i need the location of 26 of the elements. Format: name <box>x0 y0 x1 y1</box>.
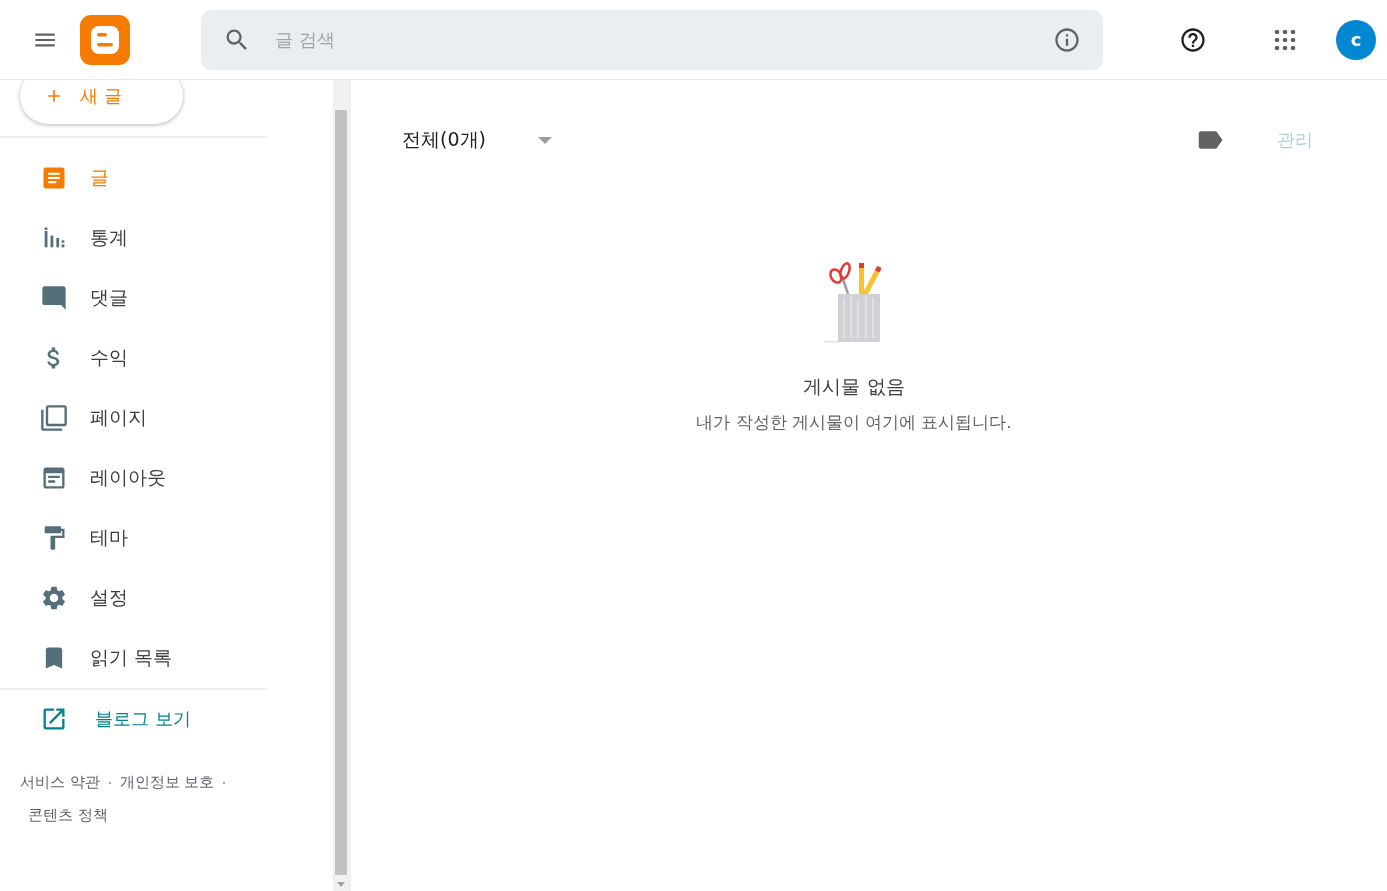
filter-dropdown[interactable]: 전체(0개) <box>402 127 552 153</box>
avatar[interactable]: c <box>1336 19 1376 60</box>
footer-link[interactable]: 콘텐츠 정책 <box>28 807 108 823</box>
info-icon[interactable] <box>1053 25 1081 54</box>
empty-state-title: 게시물 없음 <box>803 374 905 399</box>
nav-item[interactable]: 수익 <box>0 328 267 388</box>
view-blog-link[interactable]: 블로그 보기 <box>0 690 197 748</box>
empty-state-text: 내가 작성한 게시물이 여기에 표시됩니다. <box>696 412 1012 434</box>
apps-grid-icon[interactable] <box>1273 27 1297 52</box>
nav-item[interactable]: 페이지 <box>0 388 267 448</box>
settings-icon <box>40 584 68 612</box>
scrollbar[interactable] <box>333 80 349 891</box>
search-bar[interactable]: 글 검색 <box>201 9 1103 70</box>
footer-link[interactable]: 개인정보 보호 <box>119 774 215 790</box>
search-field[interactable]: 글 검색 <box>273 28 1053 51</box>
logo-icon[interactable] <box>80 14 130 65</box>
nav-item[interactable]: 통계 <box>0 208 267 268</box>
help-icon[interactable] <box>1179 25 1207 54</box>
speech-bubble-icon <box>40 284 68 312</box>
pages-icon <box>40 404 68 432</box>
nav-item[interactable]: 댓글 <box>0 268 267 328</box>
nav-item[interactable]: 레이아웃 <box>0 448 267 508</box>
nav-item[interactable]: 설정 <box>0 568 267 628</box>
nav-item[interactable]: 테마 <box>0 508 267 568</box>
nav-item[interactable]: 읽기 목록 <box>0 628 267 688</box>
footer-link[interactable]: 서비스 약관 <box>20 774 100 790</box>
